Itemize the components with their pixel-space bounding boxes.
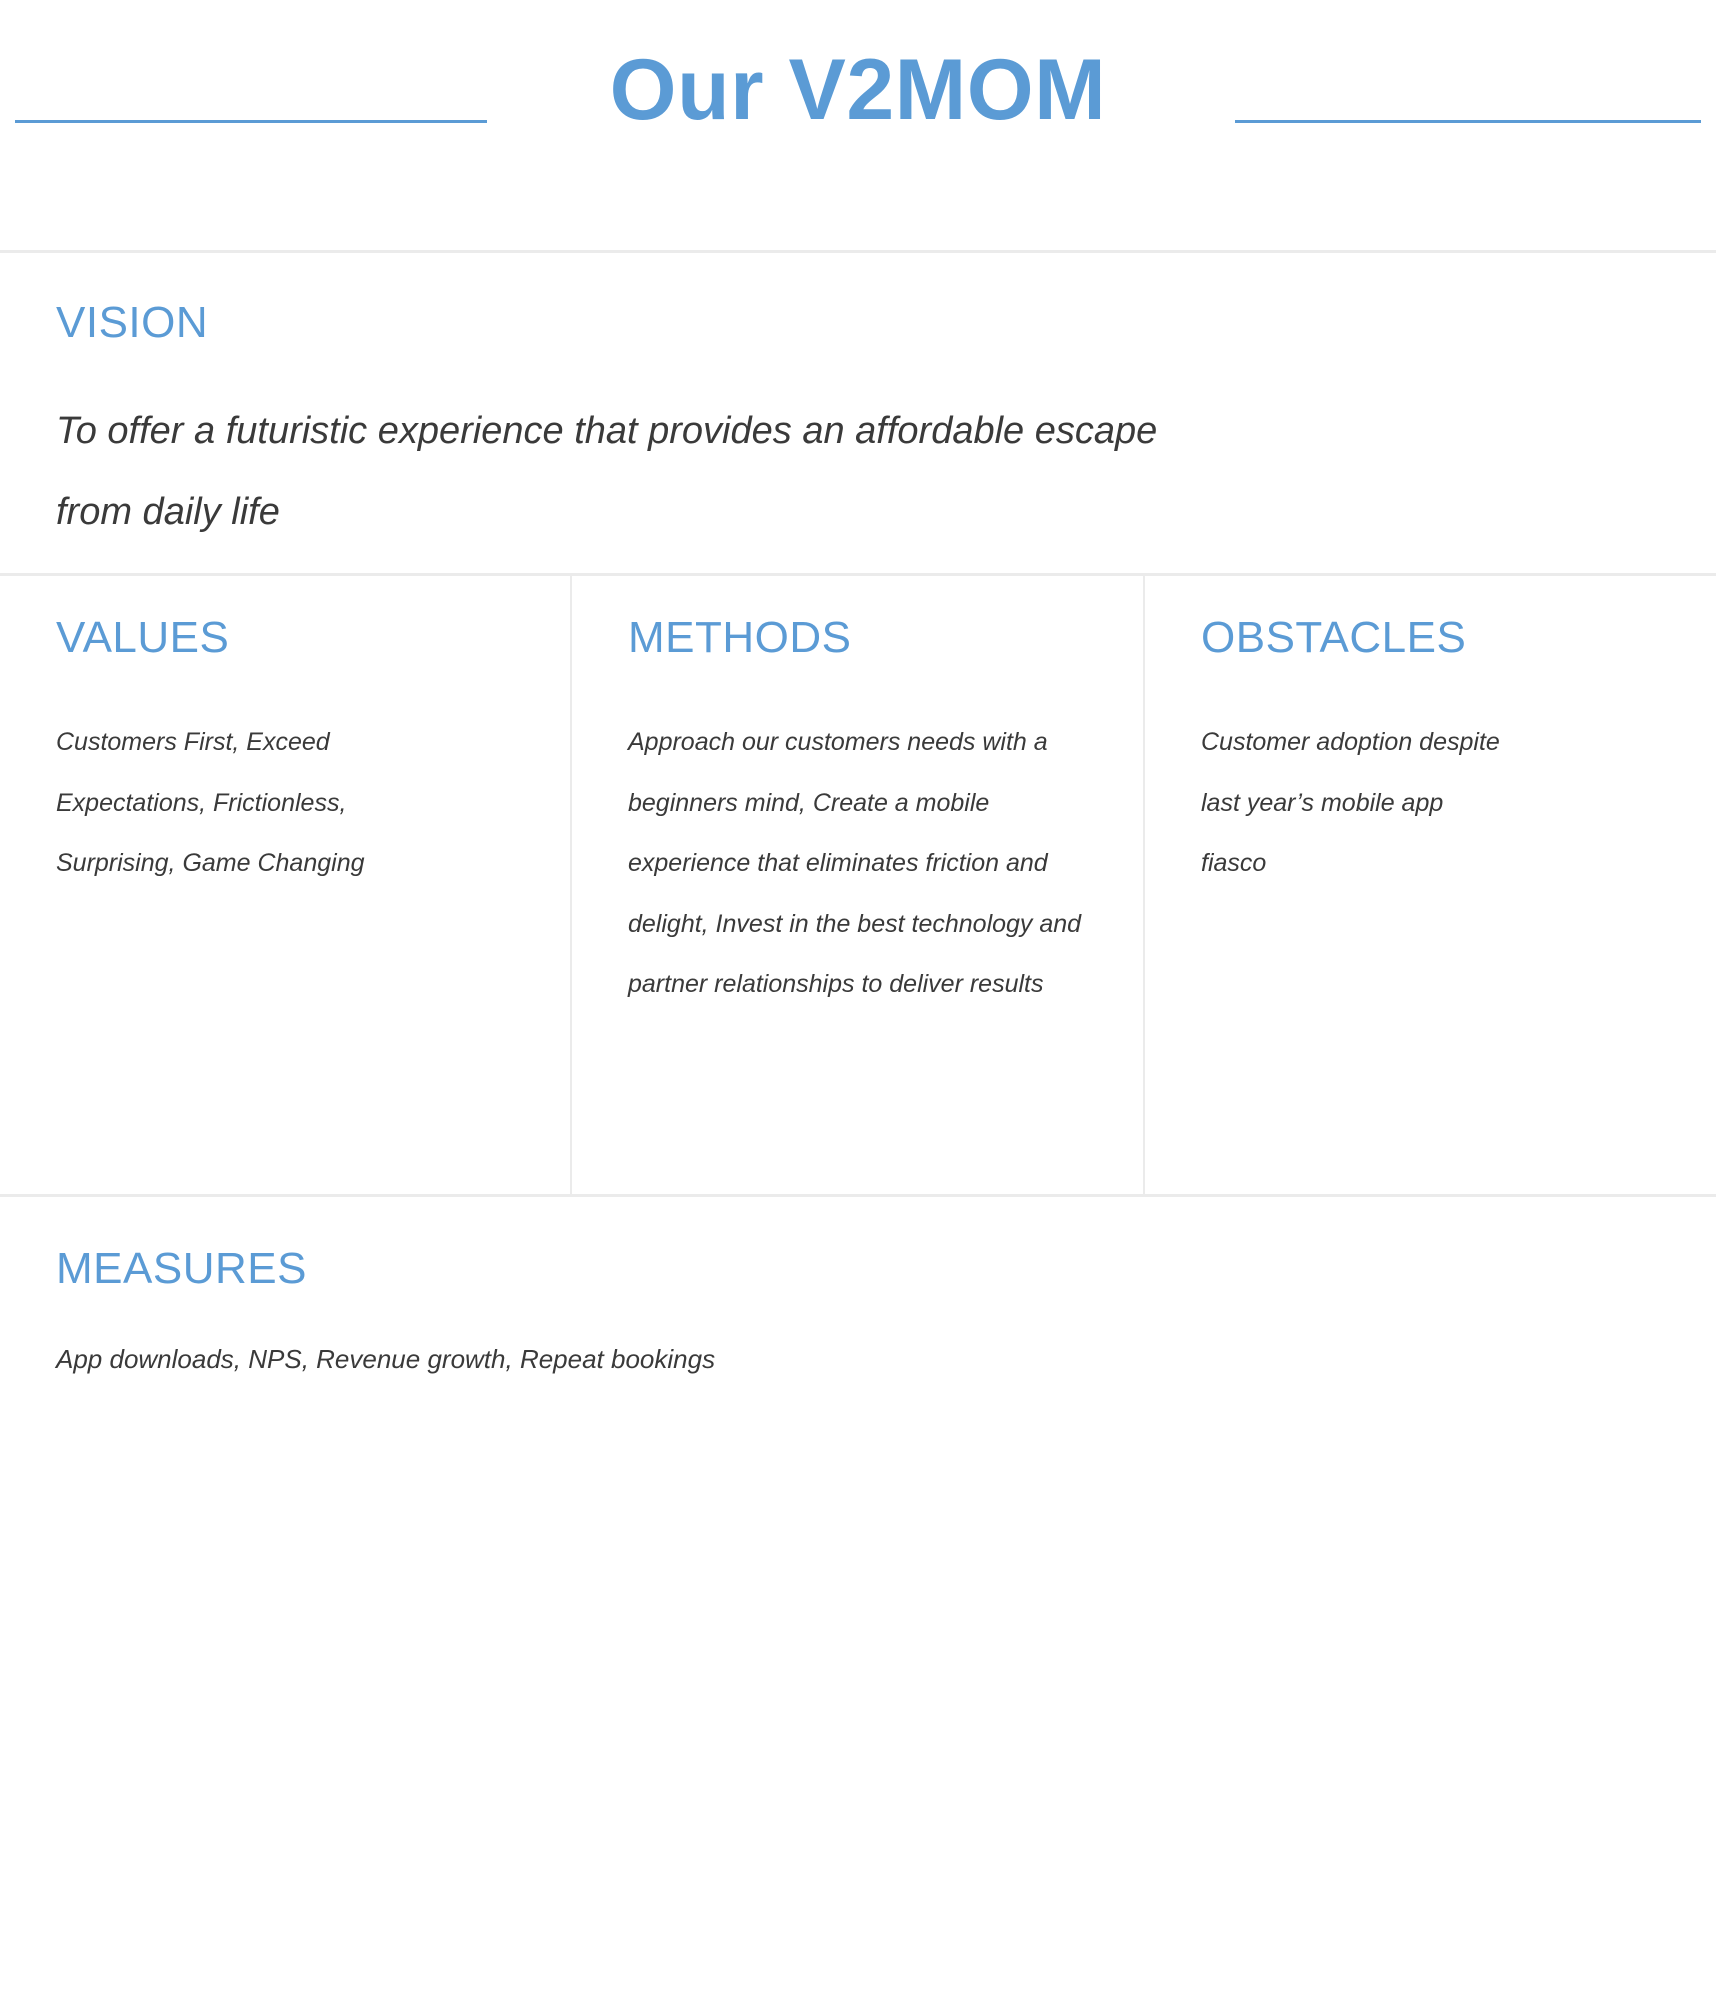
measures-section: MEASURES App downloads, NPS, Revenue gro… <box>0 1197 1716 1381</box>
page-header: Our V2MOM <box>0 0 1716 250</box>
columns-section: VALUES Customers First, Exceed Expectati… <box>0 576 1716 1194</box>
vision-section: VISION To offer a futuristic experience … <box>0 253 1716 573</box>
header-rule-right <box>1235 120 1701 123</box>
measures-heading: MEASURES <box>56 1244 307 1293</box>
obstacles-body: Customer adoption despite last year’s mo… <box>1201 728 1500 877</box>
column-obstacles: OBSTACLES Customer adoption despite last… <box>1145 576 1716 1194</box>
vision-body: To offer a futuristic experience that pr… <box>56 410 1158 533</box>
methods-heading: METHODS <box>628 613 852 662</box>
obstacles-heading: OBSTACLES <box>1201 613 1467 662</box>
measures-body: App downloads, NPS, Revenue growth, Repe… <box>56 1344 716 1374</box>
v2mom-page: Our V2MOM VISION To offer a futuristic e… <box>0 0 1716 1999</box>
vision-heading: VISION <box>56 298 209 347</box>
column-methods: METHODS Approach our customers needs wit… <box>570 576 1145 1194</box>
column-values: VALUES Customers First, Exceed Expectati… <box>0 576 570 1194</box>
values-heading: VALUES <box>56 613 230 662</box>
methods-body: Approach our customers needs with a begi… <box>628 728 1082 998</box>
values-body: Customers First, Exceed Expectations, Fr… <box>56 728 365 877</box>
